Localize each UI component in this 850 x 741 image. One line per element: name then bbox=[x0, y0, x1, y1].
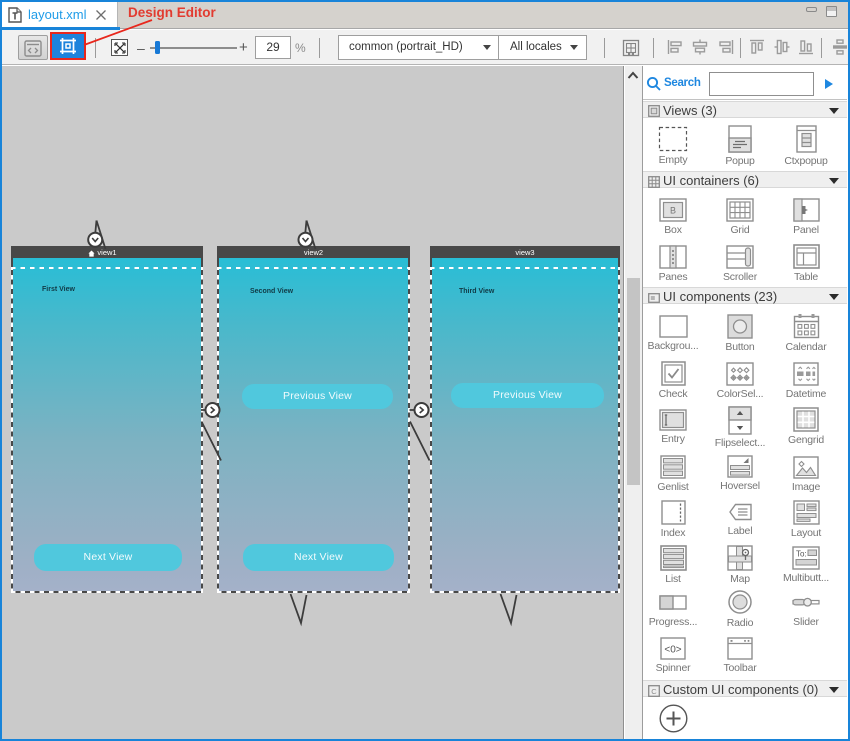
svg-text:To:: To: bbox=[796, 550, 807, 559]
svg-text:C: C bbox=[651, 687, 657, 696]
svg-text:<0>: <0> bbox=[664, 645, 681, 656]
svg-text:B: B bbox=[670, 206, 676, 216]
